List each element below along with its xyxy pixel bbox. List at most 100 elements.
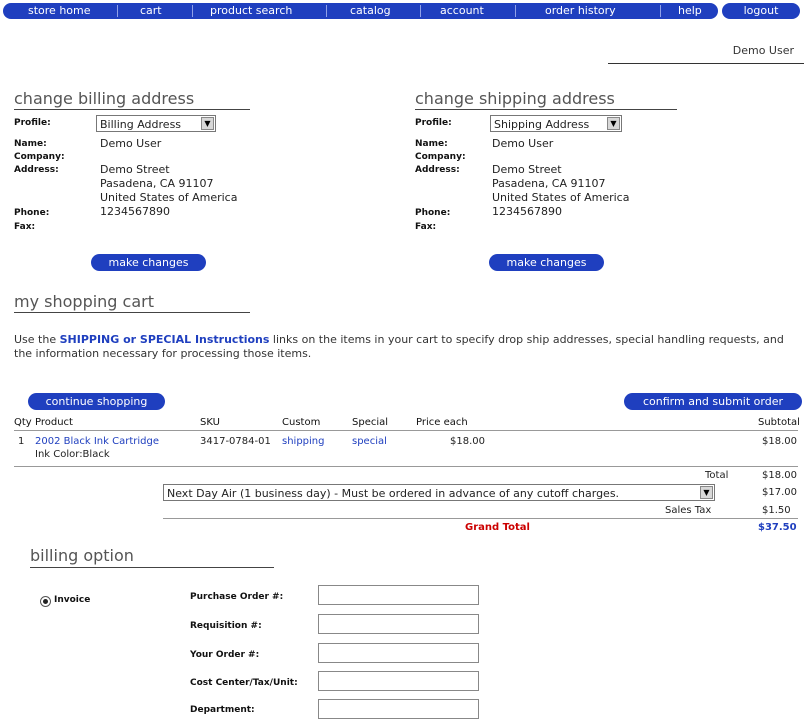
top-nav: store home cart product search catalog a… [0,0,804,24]
shipping-make-changes-button[interactable]: make changes [489,254,604,271]
billing-address-line: Pasadena, CA 91107 [100,177,214,190]
col-qty: Qty [14,417,32,428]
item-custom-link[interactable]: shipping [282,436,325,447]
col-special: Special [352,417,389,428]
nav-separator [515,5,516,17]
shipping-address-line: Pasadena, CA 91107 [492,177,606,190]
billing-profile-select[interactable]: Billing Address ▼ [96,115,216,132]
col-custom: Custom [282,417,321,428]
user-name: Demo User [732,44,794,57]
divider [14,312,250,313]
col-product: Product [35,417,73,428]
department-label: Department: [190,705,255,715]
shipping-fax-label: Fax: [415,222,437,232]
shipping-address-line: United States of America [492,191,630,204]
shipping-method-value: Next Day Air (1 business day) - Must be … [167,487,620,500]
chevron-down-icon: ▼ [201,117,214,130]
divider [30,567,274,568]
cost-center-label: Cost Center/Tax/Unit: [190,678,298,688]
department-input[interactable] [318,699,479,719]
billing-address-line: Demo Street [100,163,170,176]
nav-order-history[interactable]: order history [545,3,616,19]
purchase-order-input[interactable] [318,585,479,605]
col-sku: SKU [200,417,220,428]
nav-separator [420,5,421,17]
nav-catalog[interactable]: catalog [350,3,391,19]
chevron-down-icon: ▼ [700,486,713,499]
nav-separator [660,5,661,17]
item-price: $18.00 [450,436,485,447]
billing-company-label: Company: [14,152,65,162]
billing-name-label: Name: [14,139,47,149]
shipping-address-label: Address: [415,165,460,175]
chevron-down-icon: ▼ [607,117,620,130]
billing-make-changes-button[interactable]: make changes [91,254,206,271]
shipping-method-select[interactable]: Next Day Air (1 business day) - Must be … [163,484,715,501]
billing-profile-value: Billing Address [100,118,182,131]
shipping-value: $17.00 [762,487,797,498]
item-qty: 1 [18,436,25,447]
billing-name-value: Demo User [100,137,162,150]
nav-product-search[interactable]: product search [210,3,292,19]
sales-tax-value: $1.50 [762,505,791,516]
divider [14,466,798,467]
cart-instructions: Use the SHIPPING or SPECIAL Instructions… [14,333,794,361]
nav-cart[interactable]: cart [140,3,162,19]
item-subtotal: $18.00 [762,436,797,447]
shipping-phone-value: 1234567890 [492,205,562,218]
item-product-sub: Ink Color:Black [35,449,110,460]
nav-separator [192,5,193,17]
billing-phone-value: 1234567890 [100,205,170,218]
shopping-cart-title: my shopping cart [14,292,154,311]
divider [608,63,804,64]
billing-address-title: change billing address [14,89,195,108]
nav-help[interactable]: help [678,3,702,19]
shipping-profile-label: Profile: [415,118,452,128]
shipping-address-line: Demo Street [492,163,562,176]
total-label: Total [705,470,729,481]
nav-logout[interactable]: logout [722,3,800,19]
item-product-link[interactable]: 2002 Black Ink Cartridge [35,436,159,447]
confirm-submit-order-button[interactable]: confirm and submit order [624,393,802,410]
shipping-profile-value: Shipping Address [494,118,590,131]
total-value: $18.00 [762,470,797,481]
sales-tax-label: Sales Tax [665,505,712,516]
nav-account[interactable]: account [440,3,484,19]
cart-instructions-text: Use the [14,333,60,346]
special-instructions-link[interactable]: SHIPPING or SPECIAL Instructions [60,333,270,346]
your-order-label: Your Order #: [190,650,260,660]
billing-phone-label: Phone: [14,208,50,218]
billing-address-line: United States of America [100,191,238,204]
invoice-label: Invoice [54,595,91,605]
shipping-phone-label: Phone: [415,208,451,218]
grand-total-value: $37.50 [758,522,797,533]
nav-separator [326,5,327,17]
your-order-input[interactable] [318,643,479,663]
billing-option-title: billing option [30,546,134,565]
divider [14,109,250,110]
nav-separator [117,5,118,17]
shipping-address-title: change shipping address [415,89,615,108]
cost-center-input[interactable] [318,671,479,691]
grand-total-label: Grand Total [465,522,530,533]
divider [163,518,798,519]
col-subtotal: Subtotal [758,417,800,428]
divider [415,109,677,110]
col-price: Price each [416,417,468,428]
divider [14,430,798,431]
shipping-name-label: Name: [415,139,448,149]
purchase-order-label: Purchase Order #: [190,592,284,602]
shipping-company-label: Company: [415,152,466,162]
billing-profile-label: Profile: [14,118,51,128]
requisition-label: Requisition #: [190,621,262,631]
invoice-radio[interactable] [40,596,51,607]
item-sku: 3417-0784-01 [200,436,271,447]
nav-store-home[interactable]: store home [28,3,91,19]
item-special-link[interactable]: special [352,436,387,447]
billing-address-label: Address: [14,165,59,175]
billing-fax-label: Fax: [14,222,36,232]
requisition-input[interactable] [318,614,479,634]
shipping-profile-select[interactable]: Shipping Address ▼ [490,115,622,132]
continue-shopping-button[interactable]: continue shopping [28,393,165,410]
shipping-name-value: Demo User [492,137,554,150]
